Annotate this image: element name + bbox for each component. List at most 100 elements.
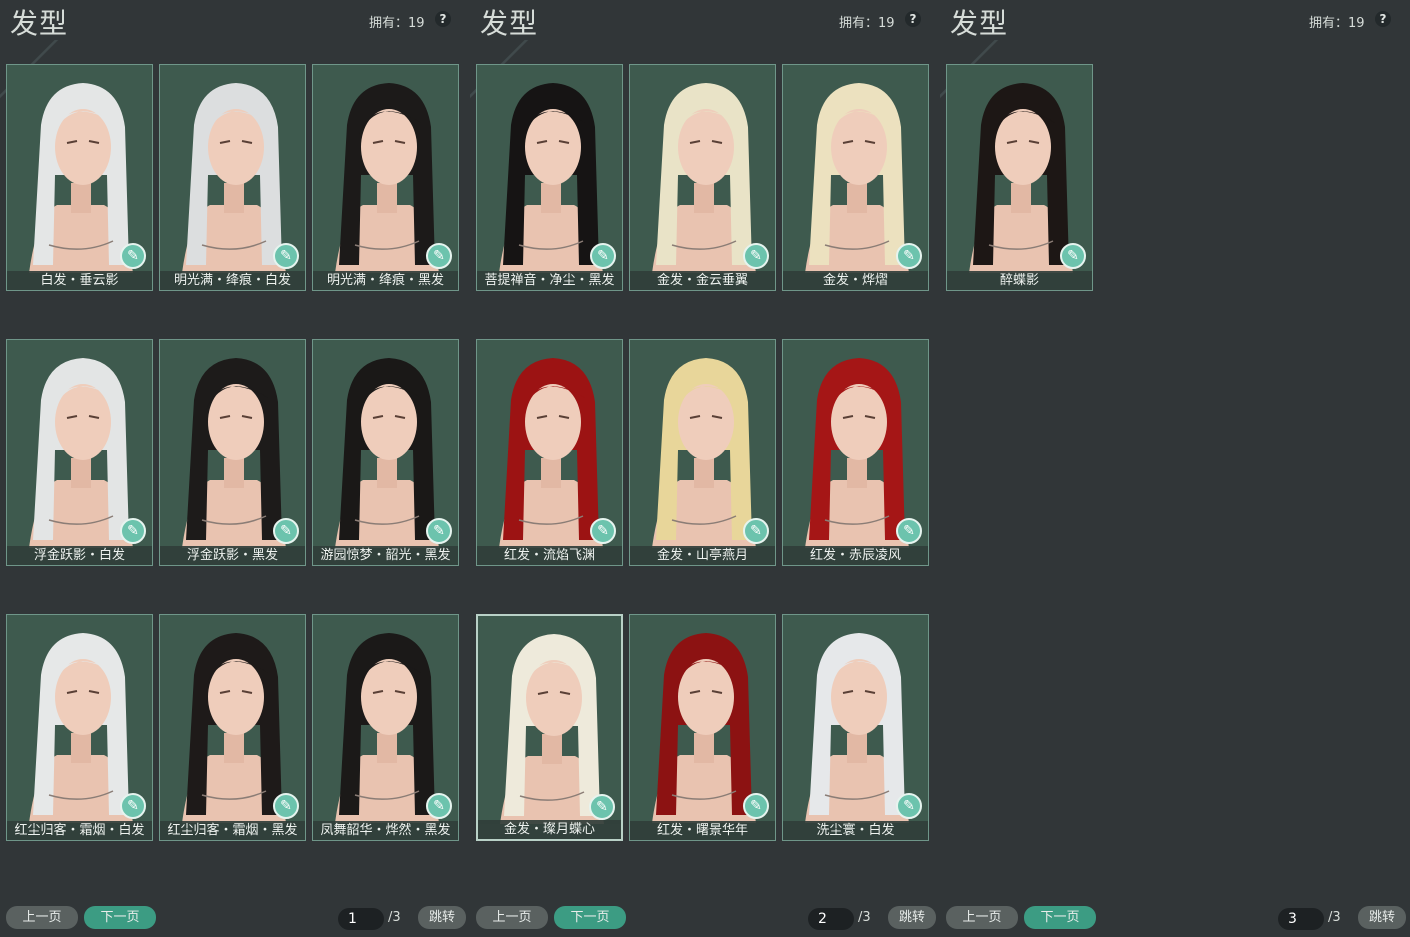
- hairstyle-portrait: [313, 340, 458, 548]
- owned-count: 拥有：19: [1309, 16, 1365, 31]
- paint-brush-icon[interactable]: ✎: [590, 243, 616, 269]
- hairstyle-name: 菩提禅音・净尘・黑发: [477, 271, 622, 290]
- paint-brush-icon[interactable]: ✎: [896, 243, 922, 269]
- hairstyle-card[interactable]: ✎ 红尘归客・霜烟・黑发: [159, 614, 306, 841]
- hairstyle-portrait: [630, 65, 775, 273]
- hairstyle-portrait: [947, 65, 1092, 273]
- page-total: /3: [1328, 910, 1341, 925]
- next-page-button[interactable]: 下一页: [1024, 906, 1096, 929]
- help-icon[interactable]: ?: [905, 11, 921, 27]
- owned-count: 拥有：19: [839, 16, 895, 31]
- jump-button[interactable]: 跳转: [1358, 906, 1406, 929]
- next-page-button[interactable]: 下一页: [554, 906, 626, 929]
- hairstyle-name: 金发・金云垂翼: [630, 271, 775, 290]
- paint-brush-icon[interactable]: ✎: [743, 243, 769, 269]
- panel-title: 发型: [950, 7, 1009, 40]
- paint-brush-icon[interactable]: ✎: [273, 793, 299, 819]
- hairstyle-card[interactable]: ✎ 浮金跃影・白发: [6, 339, 153, 566]
- help-icon[interactable]: ?: [1375, 11, 1391, 27]
- hairstyle-card[interactable]: ✎ 白发・垂云影: [6, 64, 153, 291]
- hairstyle-portrait: [630, 340, 775, 548]
- panel-title: 发型: [480, 7, 539, 40]
- paint-brush-icon[interactable]: ✎: [273, 243, 299, 269]
- hairstyle-name: 红尘归客・霜烟・黑发: [160, 821, 305, 840]
- paint-brush-icon[interactable]: ✎: [590, 518, 616, 544]
- hairstyle-name: 醉蝶影: [947, 271, 1092, 290]
- hairstyle-card[interactable]: ✎ 红尘归客・霜烟・白发: [6, 614, 153, 841]
- hairstyle-portrait: [7, 340, 152, 548]
- hairstyle-portrait: [313, 65, 458, 273]
- page-total: /3: [388, 910, 401, 925]
- hairstyle-portrait: [477, 65, 622, 273]
- paint-brush-icon[interactable]: ✎: [120, 793, 146, 819]
- hairstyle-card[interactable]: ✎ 醉蝶影: [946, 64, 1093, 291]
- hairstyle-name: 明光满・绛痕・黑发: [313, 271, 458, 290]
- hairstyle-card[interactable]: ✎ 金发・璨月蝶心: [476, 614, 623, 841]
- paint-brush-icon[interactable]: ✎: [743, 793, 769, 819]
- hairstyle-portrait: [160, 340, 305, 548]
- hairstyle-portrait: [783, 65, 928, 273]
- paint-brush-icon[interactable]: ✎: [120, 518, 146, 544]
- hairstyle-name: 金发・山亭燕月: [630, 546, 775, 565]
- paint-brush-icon[interactable]: ✎: [426, 518, 452, 544]
- hairstyle-panel-3: 发型 拥有：19 ? ✎ 醉蝶影 上一页 下一页 /3 跳转: [940, 0, 1410, 937]
- hairstyle-name: 凤舞韶华・烨然・黑发: [313, 821, 458, 840]
- hairstyle-card[interactable]: ✎ 红发・赤辰凌风: [782, 339, 929, 566]
- page-number-input[interactable]: [338, 908, 384, 930]
- hairstyle-card[interactable]: ✎ 红发・流焰飞渊: [476, 339, 623, 566]
- paint-brush-icon[interactable]: ✎: [589, 794, 615, 820]
- hairstyle-portrait: [477, 340, 622, 548]
- page-number-input[interactable]: [808, 908, 854, 930]
- jump-button[interactable]: 跳转: [418, 906, 466, 929]
- hairstyle-panel-2: 发型 拥有：19 ? ✎ 菩提禅音・净尘・黑发 ✎ 金发・金云垂翼 ✎ 金发・烨熠 ✎ 红发・…: [470, 0, 940, 937]
- hairstyle-portrait: [478, 616, 621, 824]
- hairstyle-card[interactable]: ✎ 明光满・绛痕・白发: [159, 64, 306, 291]
- jump-button[interactable]: 跳转: [888, 906, 936, 929]
- hairstyle-portrait: [783, 340, 928, 548]
- hairstyle-name: 浮金跃影・白发: [7, 546, 152, 565]
- page-total: /3: [858, 910, 871, 925]
- hairstyle-card[interactable]: ✎ 金发・金云垂翼: [629, 64, 776, 291]
- paint-brush-icon[interactable]: ✎: [273, 518, 299, 544]
- paint-brush-icon[interactable]: ✎: [426, 793, 452, 819]
- panel-title: 发型: [10, 7, 69, 40]
- hairstyle-name: 金发・璨月蝶心: [478, 820, 621, 839]
- hairstyle-name: 金发・烨熠: [783, 271, 928, 290]
- owned-count: 拥有：19: [369, 16, 425, 31]
- prev-page-button[interactable]: 上一页: [6, 906, 78, 929]
- paint-brush-icon[interactable]: ✎: [120, 243, 146, 269]
- hairstyle-card[interactable]: ✎ 红发・曙景华年: [629, 614, 776, 841]
- hairstyle-portrait: [630, 615, 775, 823]
- hairstyle-name: 游园惊梦・韶光・黑发: [313, 546, 458, 565]
- hairstyle-card[interactable]: ✎ 游园惊梦・韶光・黑发: [312, 339, 459, 566]
- hairstyle-card[interactable]: ✎ 明光满・绛痕・黑发: [312, 64, 459, 291]
- hairstyle-card[interactable]: ✎ 金发・烨熠: [782, 64, 929, 291]
- next-page-button[interactable]: 下一页: [84, 906, 156, 929]
- hairstyle-name: 浮金跃影・黑发: [160, 546, 305, 565]
- hairstyle-card[interactable]: ✎ 浮金跃影・黑发: [159, 339, 306, 566]
- hairstyle-name: 红发・流焰飞渊: [477, 546, 622, 565]
- hairstyle-name: 红发・赤辰凌风: [783, 546, 928, 565]
- paint-brush-icon[interactable]: ✎: [743, 518, 769, 544]
- hairstyle-portrait: [160, 65, 305, 273]
- hairstyle-card[interactable]: ✎ 凤舞韶华・烨然・黑发: [312, 614, 459, 841]
- paint-brush-icon[interactable]: ✎: [1060, 243, 1086, 269]
- hairstyle-portrait: [160, 615, 305, 823]
- hairstyle-portrait: [313, 615, 458, 823]
- hairstyle-card[interactable]: ✎ 洗尘寰・白发: [782, 614, 929, 841]
- prev-page-button[interactable]: 上一页: [946, 906, 1018, 929]
- hairstyle-card[interactable]: ✎ 金发・山亭燕月: [629, 339, 776, 566]
- page-number-input[interactable]: [1278, 908, 1324, 930]
- paint-brush-icon[interactable]: ✎: [426, 243, 452, 269]
- hairstyle-name: 白发・垂云影: [7, 271, 152, 290]
- hairstyle-name: 洗尘寰・白发: [783, 821, 928, 840]
- paint-brush-icon[interactable]: ✎: [896, 518, 922, 544]
- hairstyle-portrait: [783, 615, 928, 823]
- prev-page-button[interactable]: 上一页: [476, 906, 548, 929]
- hairstyle-portrait: [7, 615, 152, 823]
- paint-brush-icon[interactable]: ✎: [896, 793, 922, 819]
- hairstyle-card[interactable]: ✎ 菩提禅音・净尘・黑发: [476, 64, 623, 291]
- hairstyle-name: 明光满・绛痕・白发: [160, 271, 305, 290]
- hairstyle-name: 红发・曙景华年: [630, 821, 775, 840]
- help-icon[interactable]: ?: [435, 11, 451, 27]
